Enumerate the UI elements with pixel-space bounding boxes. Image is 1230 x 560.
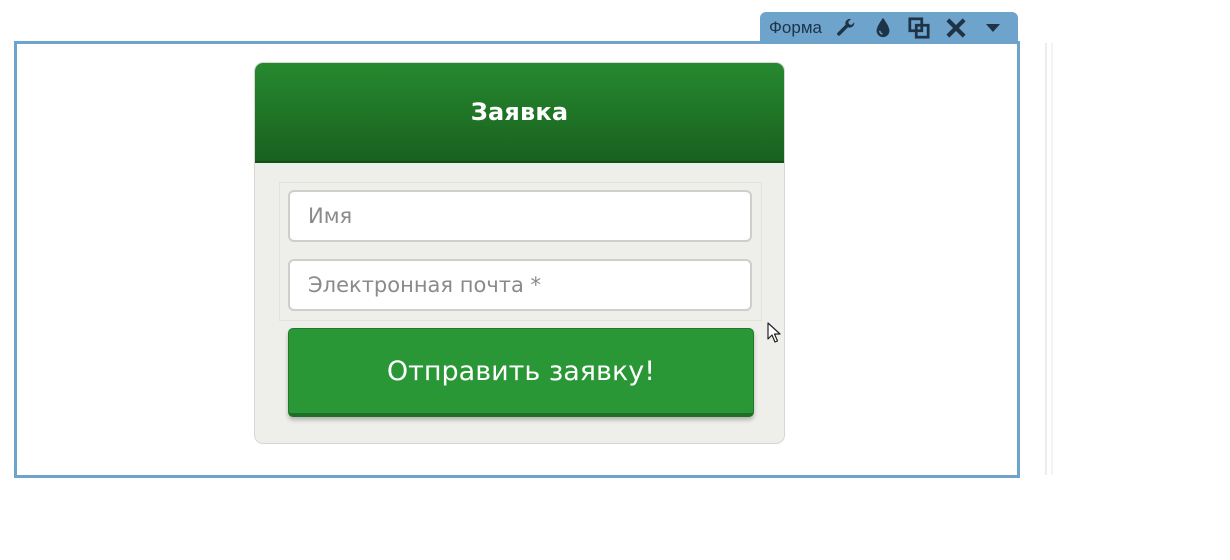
wrench-icon[interactable] bbox=[834, 16, 858, 40]
dropdown-arrow-icon[interactable] bbox=[981, 16, 1005, 40]
email-input[interactable] bbox=[288, 259, 752, 311]
block-type-label: Форма bbox=[769, 17, 822, 37]
name-input[interactable] bbox=[288, 190, 752, 242]
submit-button[interactable]: Отправить заявку! bbox=[288, 328, 754, 417]
duplicate-icon[interactable] bbox=[908, 16, 932, 40]
form-card: Заявка Отправить заявку! bbox=[254, 62, 785, 444]
block-toolbar: Форма bbox=[760, 12, 1018, 43]
page: Форма Заявка Имя Электронная почта * Отп… bbox=[0, 0, 1230, 560]
close-icon[interactable] bbox=[944, 16, 968, 40]
scrollbar[interactable] bbox=[1045, 43, 1053, 475]
mouse-cursor-icon bbox=[767, 322, 781, 343]
droplet-icon[interactable] bbox=[871, 16, 895, 40]
form-title: Заявка bbox=[470, 98, 569, 126]
form-header: Заявка bbox=[255, 63, 784, 163]
